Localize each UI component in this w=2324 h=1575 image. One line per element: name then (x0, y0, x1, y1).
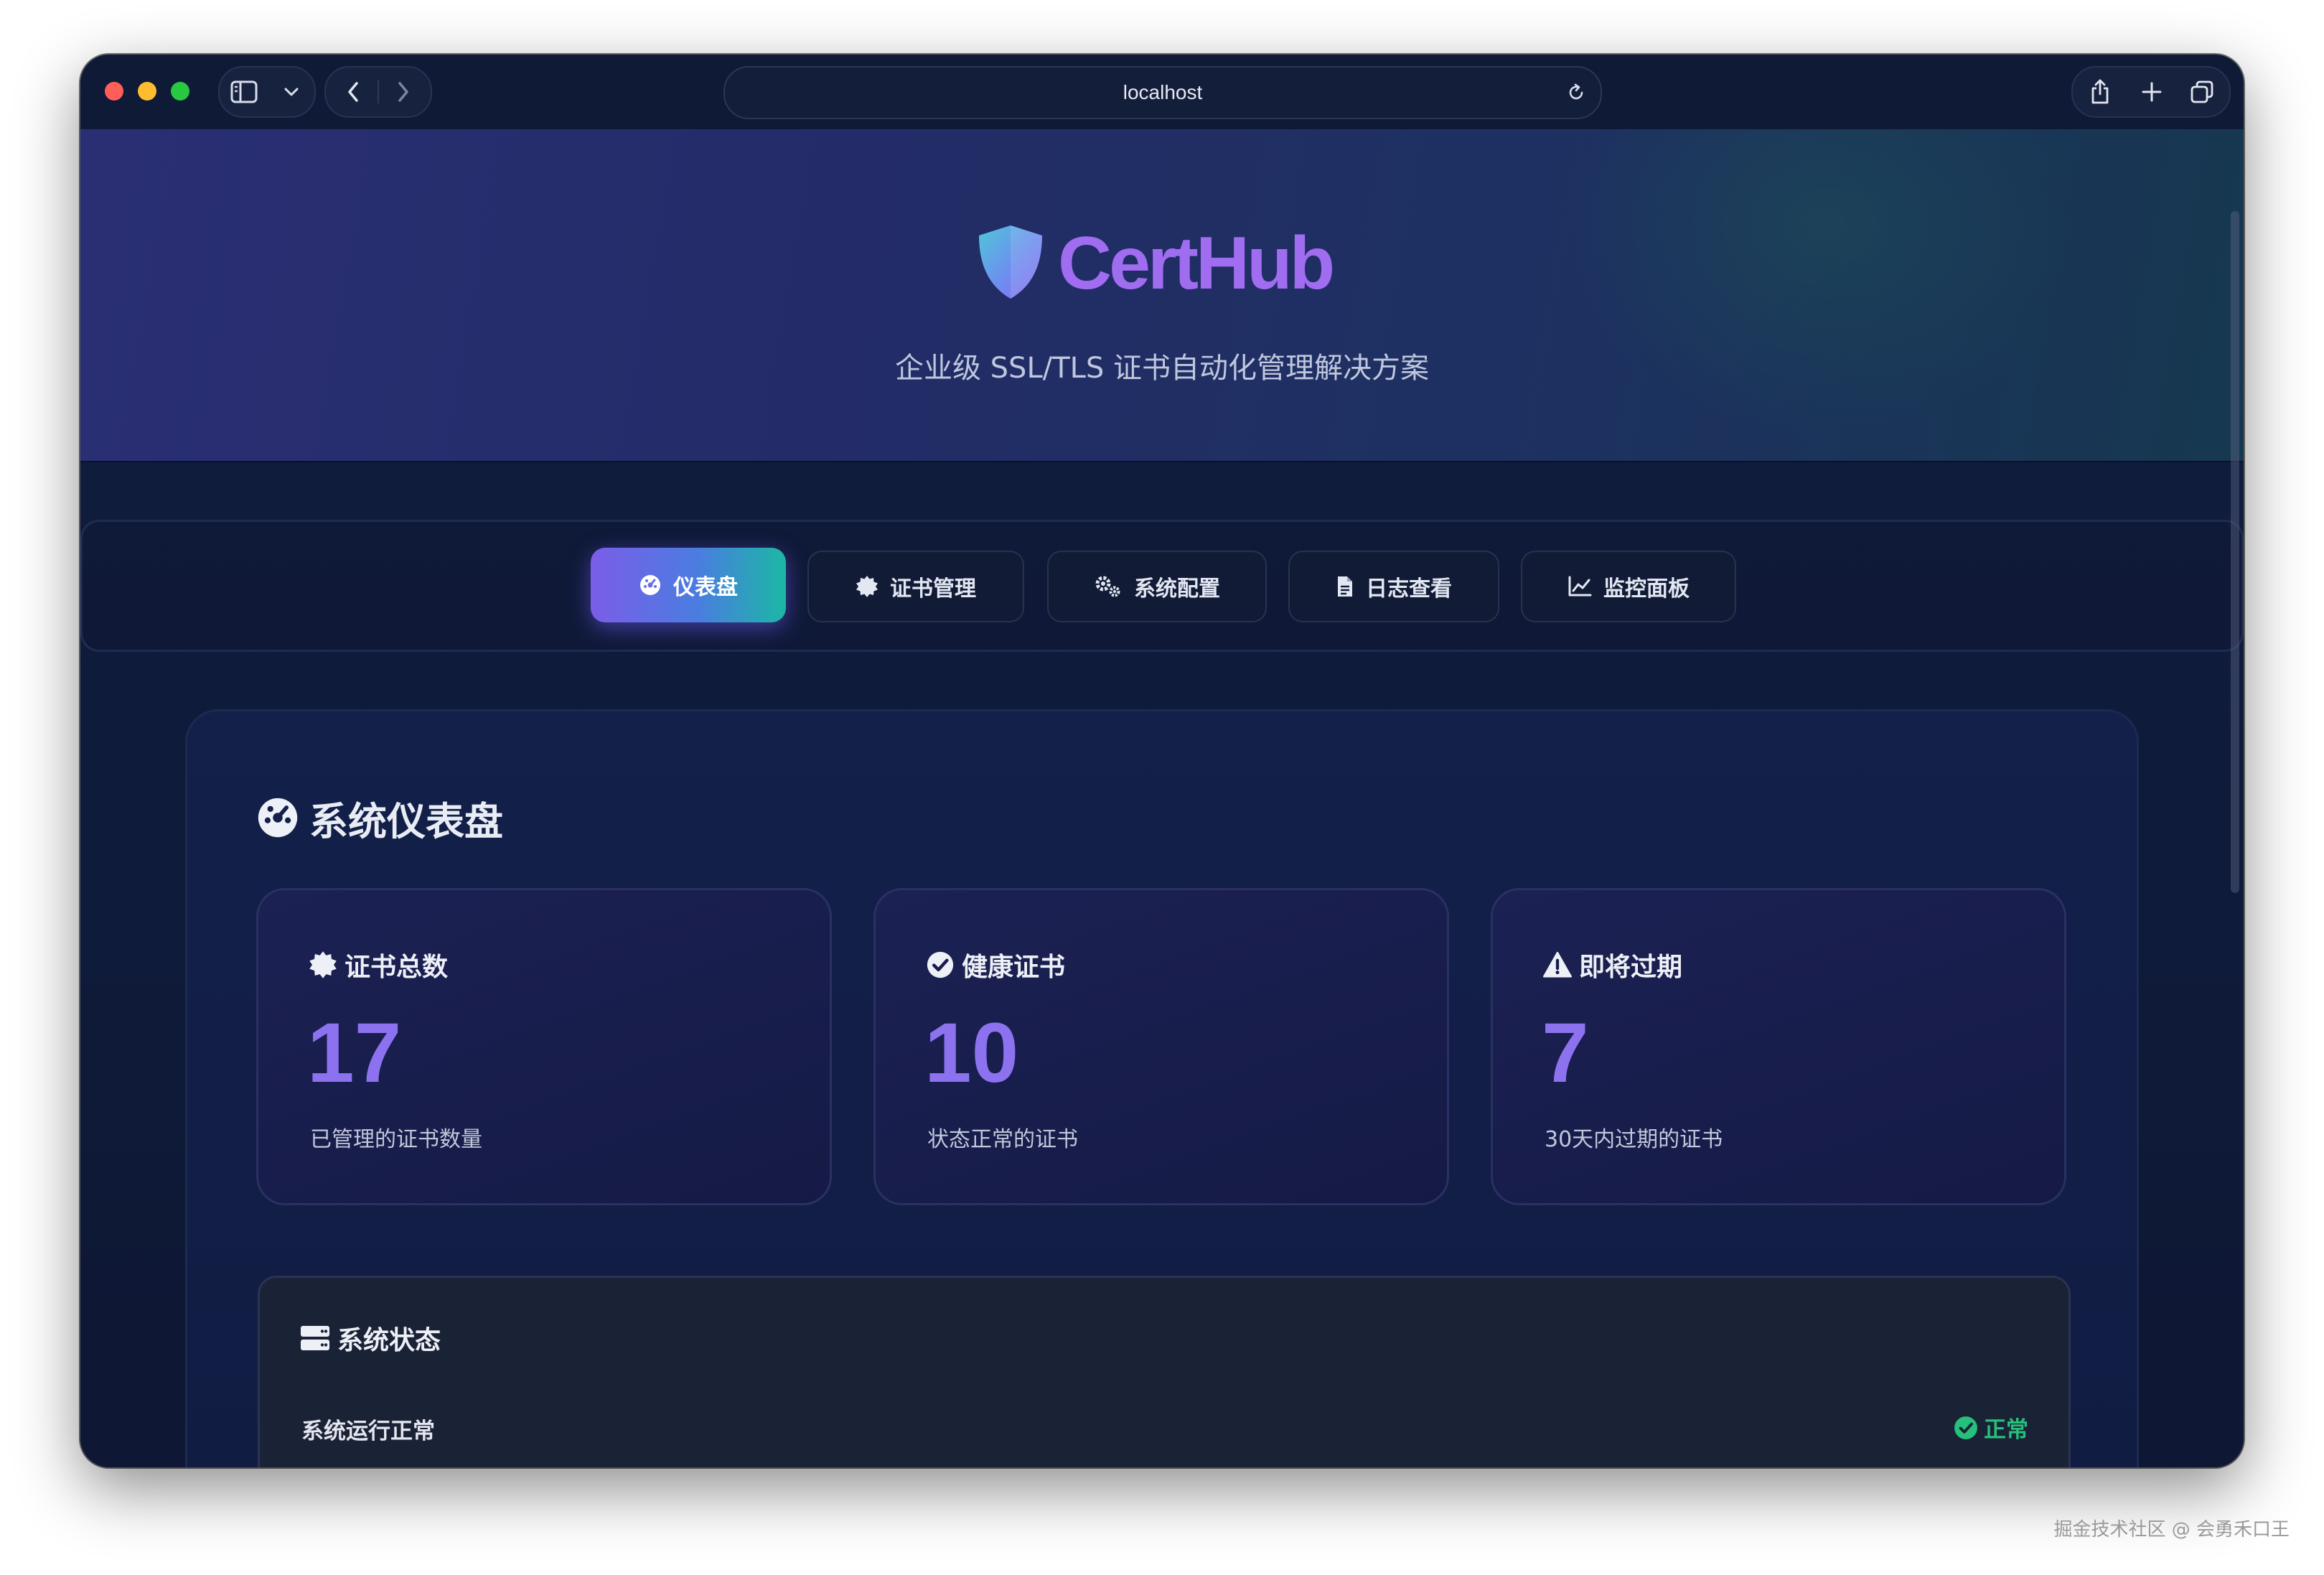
brand-tagline: 企业级 SSL/TLS 证书自动化管理解决方案 (894, 352, 1430, 385)
stat-value: 10 (924, 1006, 1019, 1100)
check-circle-icon (927, 951, 954, 978)
stat-description: 已管理的证书数量 (310, 1127, 482, 1152)
stat-card-healthy: 健康证书 10 状态正常的证书 (873, 888, 1449, 1205)
share-icon (2091, 79, 2109, 104)
tabs-overview-icon (2191, 80, 2213, 103)
history-nav-group (324, 66, 432, 118)
sidebar-toggle-button[interactable] (230, 78, 258, 106)
status-badge-text: 正常 (1984, 1417, 2028, 1443)
address-bar[interactable]: localhost (723, 66, 1602, 119)
maximize-window-button[interactable] (171, 82, 189, 101)
dashboard-icon (640, 575, 660, 595)
dashboard-panel: 系统仪表盘 证书总数 17 已管理的证书数量 健康证书 10 状态正常的证书 即… (185, 709, 2139, 1467)
browser-titlebar: localhost (80, 55, 2244, 131)
stat-card-total: 证书总数 17 已管理的证书数量 (256, 888, 832, 1205)
system-status-row-label: 系统运行正常 (301, 1419, 435, 1444)
page-content: CertHub 企业级 SSL/TLS 证书自动化管理解决方案 仪表盘 证书管理 (80, 129, 2244, 1467)
tab-certificates[interactable]: 证书管理 (807, 551, 1024, 622)
warning-icon (1543, 951, 1572, 978)
dashboard-icon (258, 798, 298, 838)
shield-logo-icon (975, 223, 1046, 304)
tab-overview-button[interactable] (2185, 75, 2219, 109)
sidebar-toggle-group (218, 66, 316, 118)
page-scrollbar[interactable] (2231, 211, 2239, 893)
tab-logs[interactable]: 日志查看 (1288, 551, 1499, 622)
new-tab-button[interactable] (2135, 75, 2169, 109)
status-badge: 正常 (1954, 1411, 2028, 1444)
url-text: localhost (1123, 81, 1203, 103)
cogs-icon (1095, 576, 1120, 597)
dashboard-title-text: 系统仪表盘 (309, 798, 503, 844)
stat-title: 健康证书 (962, 953, 1066, 982)
stat-title: 证书总数 (345, 953, 449, 982)
sidebar-icon (230, 80, 258, 103)
close-window-button[interactable] (105, 82, 123, 101)
watermark-text: 掘金技术社区 @ 会勇禾口王 (2053, 1519, 2290, 1541)
tab-dashboard[interactable]: 仪表盘 (591, 548, 786, 622)
check-circle-icon (1954, 1416, 1977, 1439)
stat-description: 状态正常的证书 (927, 1127, 1078, 1152)
sidebar-menu-button[interactable] (278, 78, 304, 106)
stat-card-header: 健康证书 (926, 946, 1065, 983)
tab-dashboard-label: 仪表盘 (673, 575, 738, 600)
back-button[interactable] (336, 76, 370, 108)
stat-title: 即将过期 (1579, 953, 1683, 982)
stat-card-header: 证书总数 (309, 946, 448, 983)
stat-card-header: 即将过期 (1543, 946, 1682, 983)
chevron-left-icon (348, 82, 358, 102)
browser-window: localhost CertHub 企业级 SSL/TLS 证书自动化管理解决方… (80, 55, 2244, 1467)
file-icon (1338, 576, 1352, 597)
brand-title: CertHub (1058, 222, 1335, 305)
chevron-right-icon (398, 82, 408, 102)
share-button[interactable] (2083, 75, 2117, 109)
stat-description: 30天内过期的证书 (1545, 1127, 1723, 1152)
chevron-down-icon (284, 88, 299, 96)
forward-button[interactable] (386, 76, 421, 108)
main-navigation: 仪表盘 证书管理 系统配置 日志查看 监控面板 (80, 520, 2244, 652)
system-status-header: 系统状态 (300, 1319, 441, 1357)
hero-header: CertHub 企业级 SSL/TLS 证书自动化管理解决方案 (80, 129, 2244, 462)
certificate-icon (856, 576, 878, 597)
stat-card-expiring: 即将过期 7 30天内过期的证书 (1491, 888, 2066, 1205)
tab-monitoring[interactable]: 监控面板 (1521, 551, 1736, 622)
stat-value: 17 (307, 1006, 402, 1100)
chart-line-icon (1568, 576, 1592, 597)
reload-icon (1569, 83, 1583, 100)
tab-logs-label: 日志查看 (1366, 576, 1452, 602)
reload-button[interactable] (1562, 78, 1590, 107)
dashboard-title: 系统仪表盘 (256, 792, 503, 844)
browser-actions-group (2071, 66, 2231, 118)
certificate-icon (309, 951, 337, 978)
system-status-card: 系统状态 系统运行正常 正常 (258, 1276, 2071, 1467)
tab-settings-label: 系统配置 (1134, 576, 1220, 602)
tab-monitoring-label: 监控面板 (1603, 576, 1690, 602)
system-status-title: 系统状态 (337, 1326, 441, 1355)
tab-certificates-label: 证书管理 (890, 576, 976, 602)
stat-value: 7 (1542, 1006, 1589, 1100)
minimize-window-button[interactable] (138, 82, 156, 101)
tab-settings[interactable]: 系统配置 (1047, 551, 1267, 622)
plus-icon (2142, 82, 2162, 102)
nav-divider (378, 80, 379, 103)
server-icon (301, 1326, 329, 1350)
